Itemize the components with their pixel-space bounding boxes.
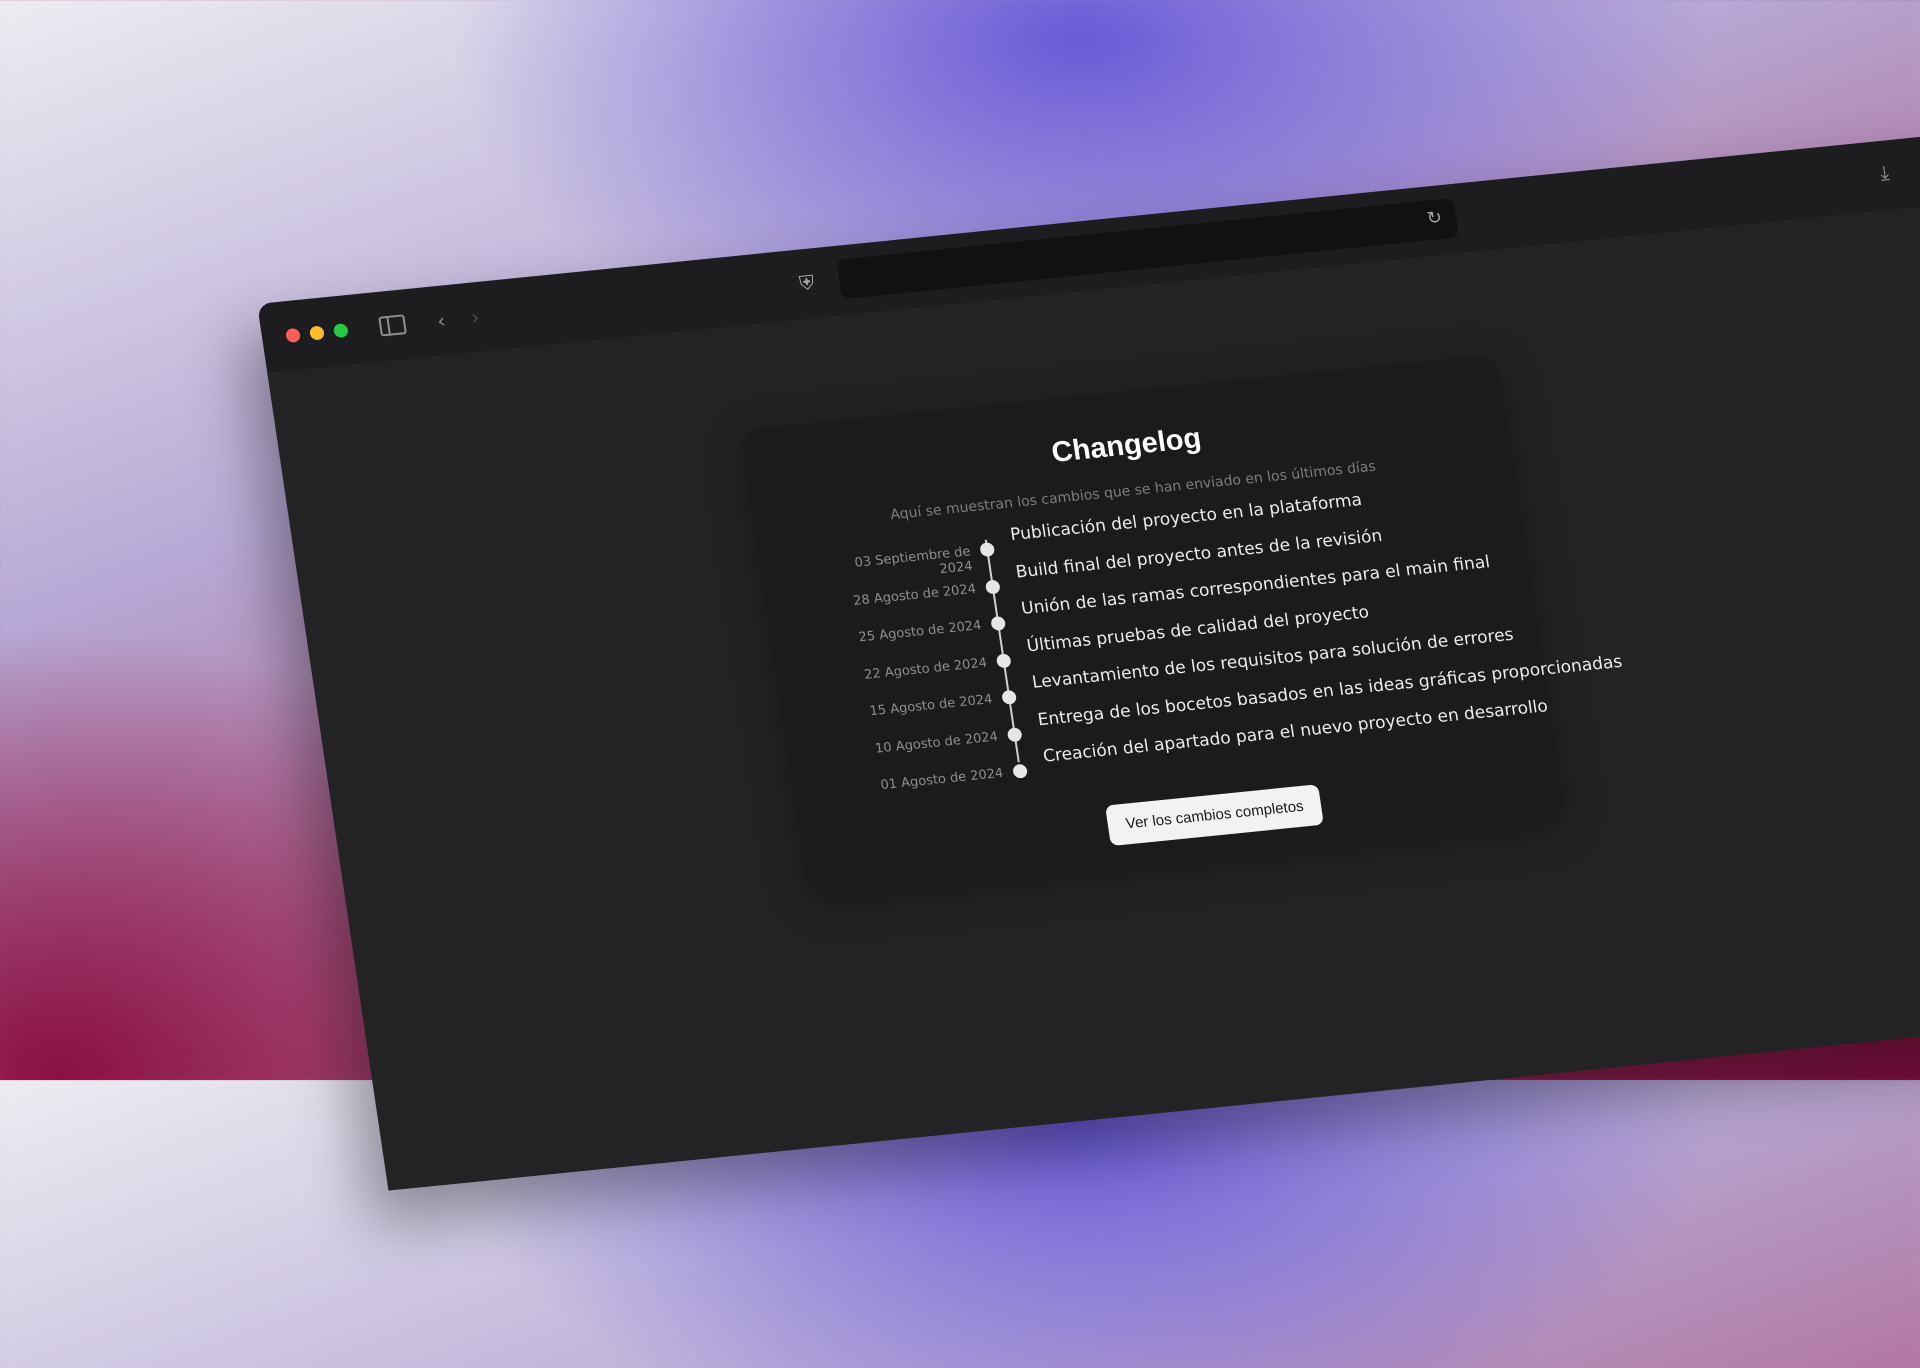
reload-icon[interactable]: ↻ bbox=[1425, 207, 1443, 229]
timeline-dot bbox=[979, 541, 996, 558]
traffic-lights bbox=[285, 323, 349, 344]
timeline-dot bbox=[1001, 689, 1018, 705]
timeline-date: 22 Agosto de 2024 bbox=[863, 655, 988, 683]
sidebar-icon bbox=[378, 314, 407, 337]
maximize-button[interactable] bbox=[332, 323, 349, 339]
share-icon[interactable]: ⇪ bbox=[1915, 156, 1920, 181]
timeline-date: 15 Agosto de 2024 bbox=[868, 692, 994, 720]
timeline-date: 01 Agosto de 2024 bbox=[879, 765, 1005, 794]
timeline-date: 28 Agosto de 2024 bbox=[852, 581, 977, 609]
chevron-left-icon: ‹ bbox=[435, 308, 448, 333]
sidebar-toggle-button[interactable] bbox=[378, 314, 407, 337]
timeline-dot bbox=[984, 578, 1001, 595]
minimize-button[interactable] bbox=[308, 325, 325, 341]
chevron-right-icon: › bbox=[469, 304, 481, 330]
timeline-dot bbox=[995, 652, 1012, 668]
timeline-dot bbox=[1012, 763, 1029, 779]
timeline-dot bbox=[1006, 726, 1023, 742]
window-frame: ‹ › ⛨ ↻ ⤓ ⇪ Changelog Aquí se muestran l… bbox=[257, 132, 1920, 1191]
timeline: 03 Septiembre de 2024 Publicación del pr… bbox=[819, 483, 1623, 810]
forward-button[interactable]: › bbox=[469, 305, 480, 329]
browser-window: ‹ › ⛨ ↻ ⤓ ⇪ Changelog Aquí se muestran l… bbox=[257, 112, 1920, 1368]
toolbar-right: ⤓ ⇪ bbox=[1878, 156, 1920, 185]
view-full-changes-button[interactable]: Ver los cambios completos bbox=[1105, 784, 1325, 847]
timeline-date: 25 Agosto de 2024 bbox=[857, 618, 983, 646]
download-icon[interactable]: ⤓ bbox=[1878, 160, 1890, 185]
changelog-card: Changelog Aquí se muestran los cambios q… bbox=[740, 354, 1623, 894]
page-content: Changelog Aquí se muestran los cambios q… bbox=[267, 201, 1920, 1191]
back-button[interactable]: ‹ bbox=[436, 308, 447, 332]
timeline-date: 10 Agosto de 2024 bbox=[874, 729, 999, 757]
timeline-dot bbox=[990, 615, 1007, 632]
close-button[interactable] bbox=[285, 327, 302, 344]
shield-icon[interactable]: ⛨ bbox=[798, 270, 816, 295]
